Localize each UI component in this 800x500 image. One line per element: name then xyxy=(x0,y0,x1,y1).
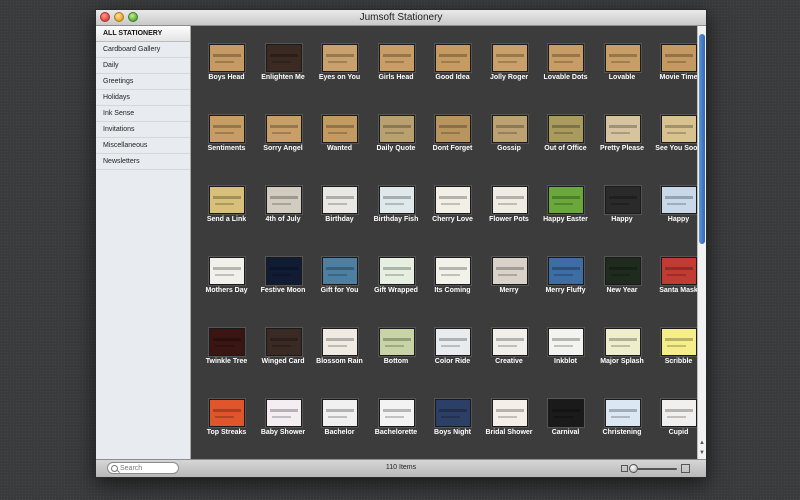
template-thumbnail xyxy=(378,44,415,72)
template-thumbnail xyxy=(548,115,584,143)
template-thumbnail xyxy=(378,328,415,356)
template-thumbnail xyxy=(661,328,697,356)
template-thumbnail xyxy=(322,115,358,143)
sidebar-item[interactable]: Invitations xyxy=(96,122,190,138)
template-thumbnail xyxy=(491,257,528,285)
template-thumbnail xyxy=(435,44,471,72)
small-thumbnail-icon[interactable] xyxy=(621,465,628,472)
template-thumbnail xyxy=(322,399,358,427)
template-thumbnail xyxy=(604,44,641,72)
template-thumbnail xyxy=(661,115,697,143)
template-thumbnail xyxy=(548,328,584,356)
large-thumbnail-icon[interactable] xyxy=(681,464,690,473)
close-button[interactable] xyxy=(100,12,110,22)
template-thumbnail xyxy=(604,399,641,427)
template-label: Santa Mask xyxy=(659,287,698,294)
template-thumbnail xyxy=(435,186,471,214)
minimize-button[interactable] xyxy=(114,12,124,22)
zoom-button[interactable] xyxy=(128,12,138,22)
scroll-up-icon[interactable]: ▲ xyxy=(699,440,705,446)
template-thumbnail xyxy=(604,328,641,356)
category-sidebar: ALL STATIONERY Cardboard Gallery Daily Gree… xyxy=(96,26,191,460)
template-thumbnail xyxy=(604,115,641,143)
template-thumbnail xyxy=(265,399,302,427)
template-thumbnail xyxy=(265,115,302,143)
template-thumbnail xyxy=(378,186,415,214)
template-thumbnail xyxy=(435,328,471,356)
template-thumbnail xyxy=(435,399,471,427)
template-thumbnail xyxy=(491,115,528,143)
template-thumbnail xyxy=(378,115,415,143)
template-thumbnail xyxy=(604,257,641,285)
template-thumbnail xyxy=(265,257,302,285)
zoom-slider-knob[interactable] xyxy=(629,464,639,473)
template-thumbnail xyxy=(548,44,584,72)
sidebar-item[interactable]: Daily xyxy=(96,58,190,74)
template-item[interactable]: Movie Time xyxy=(643,26,698,97)
template-thumbnail xyxy=(548,399,584,427)
template-label: Happy xyxy=(667,216,690,223)
template-thumbnail xyxy=(661,399,697,427)
title-bar: Jumsoft Stationery xyxy=(96,10,706,26)
item-count: 110 Items xyxy=(385,464,417,471)
template-item[interactable]: Santa Mask xyxy=(643,239,698,310)
sidebar-item[interactable]: Holidays xyxy=(96,90,190,106)
template-thumbnail xyxy=(491,328,528,356)
bottom-toolbar: Search 110 Items xyxy=(96,459,706,477)
template-thumbnail xyxy=(265,44,302,72)
template-thumbnail xyxy=(604,186,641,214)
template-thumbnail xyxy=(378,399,415,427)
template-thumbnail xyxy=(322,328,358,356)
app-window: Jumsoft Stationery ALL STATIONERY Cardboa… xyxy=(95,9,707,478)
template-thumbnail xyxy=(209,328,245,356)
template-item[interactable]: Happy xyxy=(643,168,698,239)
template-label: Scribble xyxy=(664,358,693,365)
template-thumbnail xyxy=(435,257,471,285)
sidebar-item[interactable]: Greetings xyxy=(96,74,190,90)
template-thumbnail xyxy=(548,257,584,285)
template-thumbnail xyxy=(209,257,245,285)
scrollbar-thumb[interactable] xyxy=(699,34,705,244)
vertical-scrollbar[interactable]: ▲ ▼ xyxy=(697,26,706,460)
window-title: Jumsoft Stationery xyxy=(359,12,443,23)
template-label: Movie Time xyxy=(659,74,698,81)
template-thumbnail xyxy=(209,44,245,72)
template-thumbnail xyxy=(209,115,245,143)
template-thumbnail xyxy=(265,328,302,356)
template-thumbnail xyxy=(265,186,302,214)
template-thumbnail xyxy=(209,186,245,214)
sidebar-item[interactable]: ALL STATIONERY xyxy=(96,26,190,42)
template-thumbnail xyxy=(661,257,697,285)
template-thumbnail xyxy=(491,399,528,427)
template-item[interactable]: Cupid xyxy=(643,381,698,452)
template-thumbnail xyxy=(209,399,245,427)
template-item[interactable]: See You Soon xyxy=(643,97,698,168)
template-thumbnail xyxy=(322,186,358,214)
template-thumbnail xyxy=(322,44,358,72)
template-item[interactable]: Scribble xyxy=(643,310,698,381)
template-thumbnail xyxy=(491,44,528,72)
template-label: See You Soon xyxy=(655,145,698,152)
window-controls xyxy=(100,12,138,22)
template-thumbnail xyxy=(378,257,415,285)
template-thumbnail xyxy=(661,186,697,214)
template-grid: Boys Head Enlighten Me Eyes on You Girls He… xyxy=(191,26,698,460)
template-thumbnail xyxy=(661,44,697,72)
template-thumbnail xyxy=(322,257,358,285)
sidebar-item[interactable]: Cardboard Gallery xyxy=(96,42,190,58)
sidebar-item[interactable]: Miscellaneous xyxy=(96,138,190,154)
template-thumbnail xyxy=(548,186,584,214)
scroll-down-icon[interactable]: ▼ xyxy=(699,450,705,456)
sidebar-item[interactable]: Newsletters xyxy=(96,154,190,170)
template-label: Cupid xyxy=(668,429,689,436)
sidebar-item[interactable]: Ink Sense xyxy=(96,106,190,122)
template-thumbnail xyxy=(435,115,471,143)
template-thumbnail xyxy=(491,186,528,214)
